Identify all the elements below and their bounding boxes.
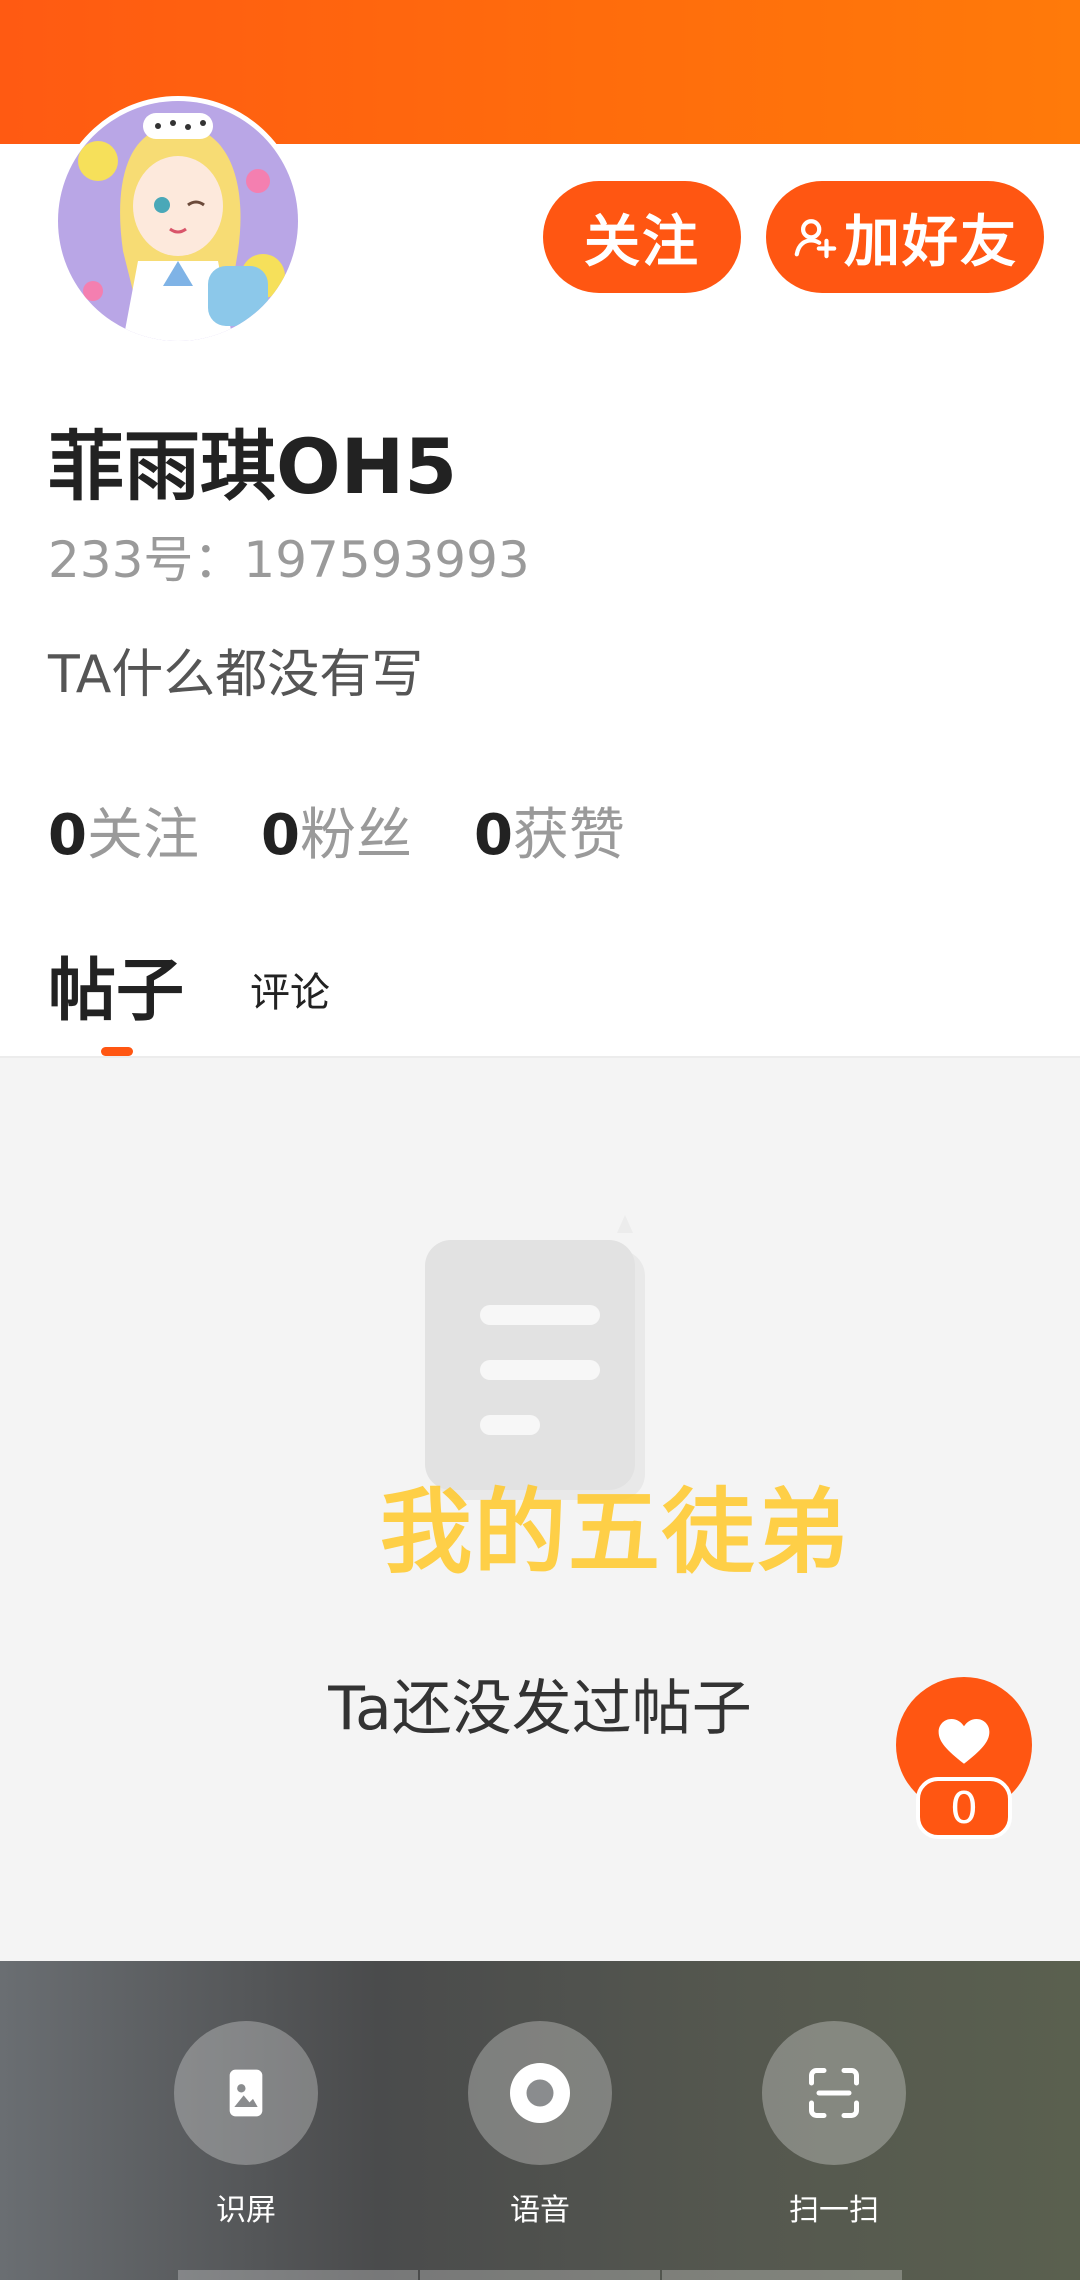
scan-icon — [809, 2068, 859, 2118]
tab-posts[interactable]: 帖子 — [48, 935, 184, 1034]
tab-active-indicator — [101, 1047, 133, 1056]
stat-likes[interactable]: 0 获赞 — [474, 790, 625, 871]
assistant-screen-recognize-circle — [174, 2021, 318, 2165]
tab-comments[interactable]: 评论 — [250, 960, 330, 1018]
assistant-scan-circle — [762, 2021, 906, 2165]
voice-icon — [510, 2063, 570, 2123]
bottom-handle-segment — [178, 2270, 418, 2280]
stat-fans[interactable]: 0 粉丝 — [261, 790, 412, 871]
stat-following-label: 关注 — [86, 803, 199, 868]
avatar[interactable] — [53, 96, 303, 346]
assistant-voice-label: 语音 — [510, 2193, 570, 2228]
assistant-screen-recognize-button[interactable]: 识屏 — [146, 2021, 346, 2229]
assistant-voice-button[interactable]: 语音 — [440, 2021, 640, 2229]
user-id: 233号：197593993 — [48, 531, 530, 589]
username: 菲雨琪OH5 — [48, 422, 458, 511]
heart-icon — [938, 1719, 990, 1764]
user-bio: TA什么都没有写 — [48, 645, 424, 705]
bottom-handle-segment — [662, 2270, 902, 2280]
follow-button[interactable]: 关注 — [543, 181, 741, 293]
assistant-screen-recognize-label: 识屏 — [216, 2193, 276, 2228]
add-friend-button-label: 加好友 — [844, 209, 1018, 273]
stat-fans-count: 0 — [260, 803, 300, 868]
watermark-text: 我的五徒弟 — [380, 1479, 851, 1586]
bottom-handle-segment — [420, 2270, 660, 2280]
profile-tabs: 帖子 评论 — [0, 935, 1080, 1057]
stat-following[interactable]: 0 关注 — [48, 790, 199, 871]
stat-likes-count: 0 — [473, 803, 513, 868]
avatar-illustration-icon — [58, 101, 298, 341]
stat-following-count: 0 — [48, 803, 87, 868]
stats-row: 0 关注 0 粉丝 0 获赞 — [48, 790, 687, 871]
assistant-scan-button[interactable]: 扫一扫 — [734, 2021, 934, 2229]
assistant-scan-label: 扫一扫 — [789, 2193, 879, 2228]
image-phone-icon — [229, 2069, 263, 2117]
add-friend-button[interactable]: 加好友 — [766, 181, 1044, 293]
follow-button-label: 关注 — [584, 209, 700, 273]
stat-fans-label: 粉丝 — [299, 803, 412, 868]
stat-likes-label: 获赞 — [512, 803, 625, 868]
like-count-badge: 0 — [916, 1777, 1012, 1839]
add-user-icon — [792, 214, 838, 260]
assistant-voice-circle — [468, 2021, 612, 2165]
assistant-bar: 识屏 语音 扫一扫 — [0, 1961, 1080, 2280]
like-fab[interactable]: 0 — [896, 1677, 1032, 1839]
